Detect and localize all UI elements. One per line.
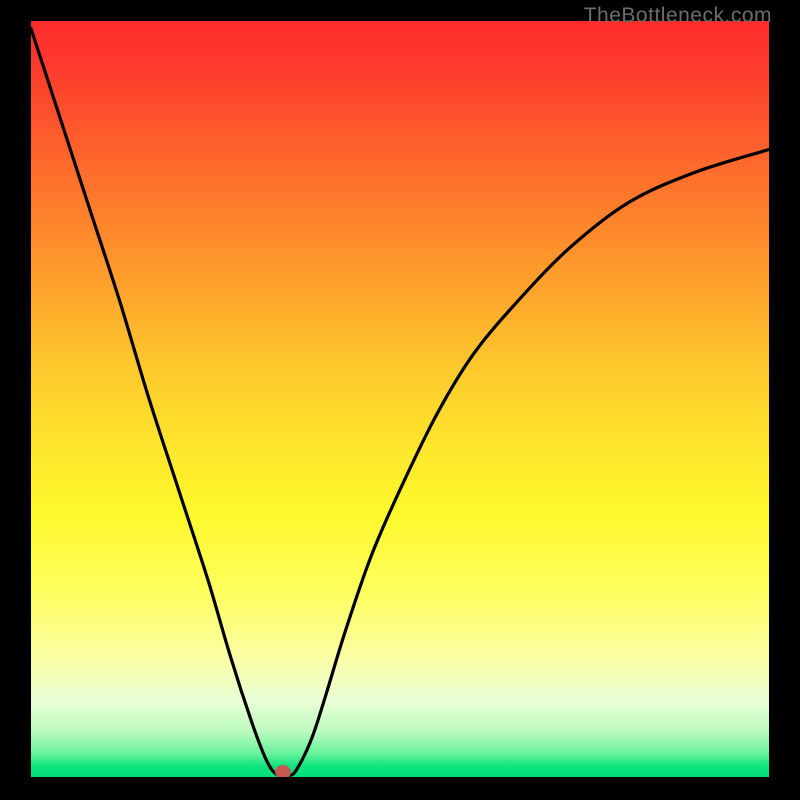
plot-area <box>31 21 769 777</box>
chart-container: TheBottleneck.com <box>0 0 800 800</box>
watermark-text: TheBottleneck.com <box>584 4 772 28</box>
minimum-marker-icon <box>275 765 291 777</box>
bottleneck-curve <box>31 21 769 777</box>
